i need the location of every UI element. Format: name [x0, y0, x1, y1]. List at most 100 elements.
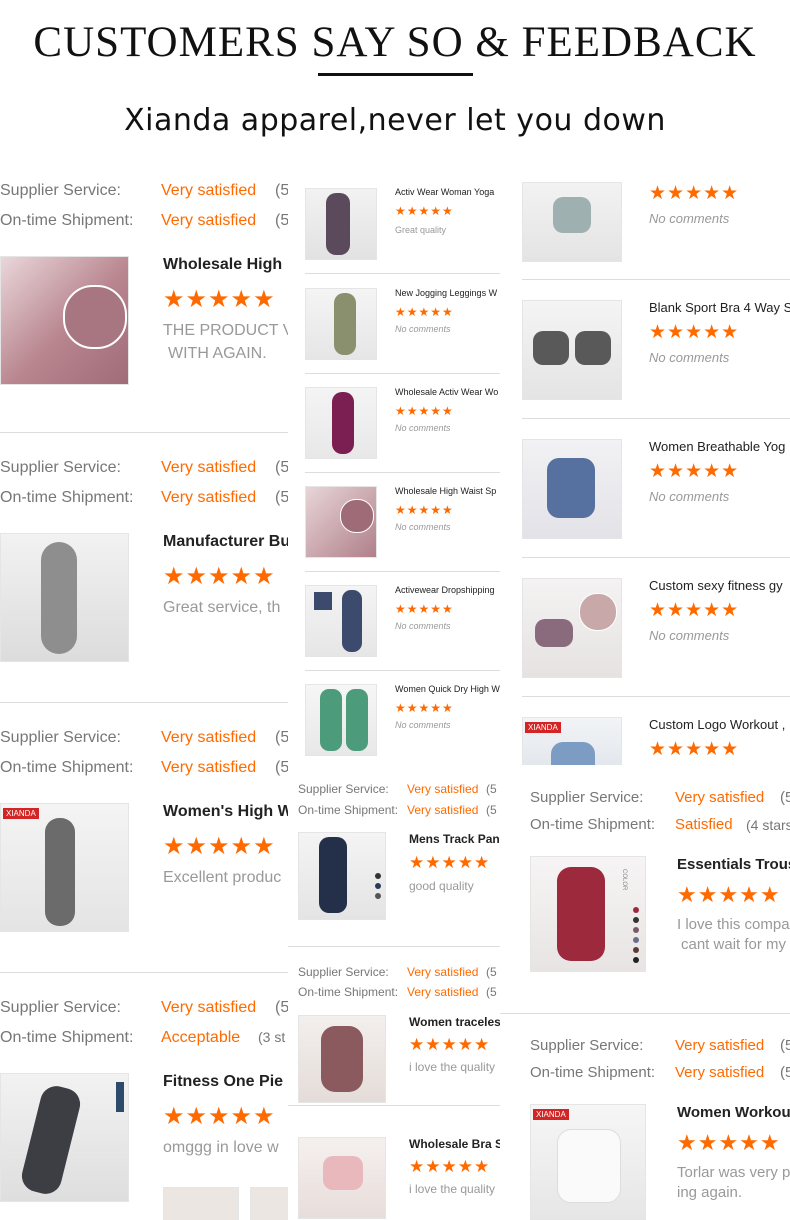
ontime-shipment-label: On-time Shipment: [0, 212, 134, 229]
rating-count: (5 [275, 212, 288, 229]
product-swatch [314, 592, 332, 610]
product-thumbnail: XIANDA [522, 717, 622, 765]
product-thumbnail [522, 182, 622, 262]
product-name[interactable]: Fitness One Pie [163, 1073, 283, 1091]
middle-feedback-column: Activ Wear Woman Yoga ★★★★★ Great qualit… [288, 170, 500, 1220]
review-comment: ing again. [677, 1184, 743, 1201]
review-card: Supplier Service: Very satisfied (5 On-t… [500, 770, 790, 1014]
model-figure [342, 590, 362, 652]
review-comment: good quality [409, 879, 474, 893]
list-item[interactable]: XIANDA Custom Logo Workout , ★★★★★ [500, 705, 790, 765]
product-title: Activewear Dropshipping [395, 585, 495, 595]
supplier-rating: Very satisfied [161, 182, 257, 199]
product-title: Wholesale Activ Wear Wo [395, 387, 499, 397]
review-comment: I love this compa [677, 916, 790, 933]
rating-stars: ★★★★★ [395, 204, 454, 218]
rating-count: (5 [780, 789, 790, 806]
list-item[interactable]: Activ Wear Woman Yoga ★★★★★ Great qualit… [288, 170, 500, 274]
divider [0, 972, 288, 973]
review-card: Supplier Service: Very satisfied (5 On-t… [500, 1018, 790, 1220]
list-item[interactable]: New Jogging Leggings W ★★★★★ No comments [288, 273, 500, 374]
product-thumbnail [522, 300, 622, 400]
product-thumbnail[interactable] [0, 533, 129, 662]
brand-badge: XIANDA [525, 722, 561, 733]
rating-count: (5 [486, 803, 497, 817]
review-comment: No comments [395, 423, 451, 433]
rating-stars: ★★★★★ [649, 183, 740, 204]
review-card: Supplier Service: Very satisfied (5 On-t… [0, 447, 288, 703]
product-thumbnail[interactable]: XIANDA [0, 803, 129, 932]
list-item[interactable]: Women Quick Dry High W ★★★★★ No comments [288, 670, 500, 760]
product-name[interactable]: Wholesale High [163, 256, 282, 274]
left-feedback-column: Supplier Service: Very satisfied (5 On-t… [0, 170, 288, 1220]
list-item[interactable]: Custom sexy fitness gy ★★★★★ No comments [500, 566, 790, 697]
product-thumbnail[interactable] [0, 256, 129, 385]
right-feedback-column: ★★★★★ No comments Blank Sport Bra 4 Way … [500, 170, 790, 1220]
product-title: Custom Logo Workout , [649, 717, 786, 732]
color-swatch [375, 883, 381, 889]
ontime-shipment-label: On-time Shipment: [298, 803, 399, 817]
model-figure [557, 867, 605, 961]
list-item[interactable]: ★★★★★ No comments [500, 170, 790, 280]
product-name[interactable]: Women Workout [677, 1104, 790, 1121]
review-comment: No comments [395, 720, 451, 730]
supplier-service-label: Supplier Service: [530, 1037, 644, 1054]
product-thumbnail[interactable]: COLOR [530, 856, 646, 972]
page-subtitle: Xianda apparel,never let you down [124, 103, 666, 138]
rating-count: (5 [275, 999, 288, 1016]
list-item[interactable]: Women Breathable Yog ★★★★★ No comments [500, 427, 790, 558]
product-thumbnail[interactable] [298, 1015, 386, 1103]
product-thumbnail [522, 439, 622, 539]
color-swatch [633, 947, 639, 953]
supplier-rating: Very satisfied [675, 1037, 765, 1054]
supplier-service-label: Supplier Service: [0, 459, 121, 476]
ontime-shipment-label: On-time Shipment: [0, 489, 134, 506]
color-swatch [633, 927, 639, 933]
ontime-shipment-label: On-time Shipment: [530, 1064, 656, 1081]
color-swatch [633, 917, 639, 923]
product-thumbnail[interactable]: XIANDA [530, 1104, 646, 1220]
list-item[interactable]: Wholesale High Waist Sp ★★★★★ No comment… [288, 472, 500, 572]
supplier-service-label: Supplier Service: [0, 729, 121, 746]
model-figure [557, 1129, 621, 1203]
rating-count: (5 [486, 985, 497, 999]
list-item[interactable]: Activewear Dropshipping ★★★★★ No comment… [288, 571, 500, 671]
product-title: Blank Sport Bra 4 Way S [649, 300, 790, 315]
product-thumbnail[interactable] [298, 832, 386, 920]
shipment-rating: Very satisfied [161, 489, 257, 506]
divider [288, 1105, 500, 1106]
review-comment: omggg in love w [163, 1139, 279, 1156]
rating-stars: ★★★★★ [395, 701, 454, 715]
product-thumbnail[interactable] [298, 1137, 386, 1219]
review-comment: No comments [649, 350, 730, 365]
rating-count: (5 [486, 965, 497, 979]
review-card: Supplier Service: Very satisfied (5 On-t… [0, 987, 288, 1220]
list-item[interactable]: Wholesale Activ Wear Wo ★★★★★ No comment… [288, 373, 500, 473]
supplier-service-label: Supplier Service: [298, 782, 389, 796]
rating-count: (5 [275, 489, 288, 506]
model-figure [551, 742, 595, 765]
divider [522, 418, 790, 419]
model-figure [323, 1156, 363, 1190]
model-figure [319, 837, 347, 913]
supplier-rating: Very satisfied [161, 729, 257, 746]
review-photo[interactable] [250, 1187, 288, 1220]
product-name[interactable]: Wholesale Bra S [409, 1137, 500, 1151]
product-name[interactable]: Mens Track Pan [409, 832, 500, 846]
review-comment: No comments [649, 211, 730, 226]
divider [522, 696, 790, 697]
supplier-service-label: Supplier Service: [298, 965, 389, 979]
product-thumbnail[interactable] [0, 1073, 129, 1202]
product-name[interactable]: Women's High W [163, 803, 288, 821]
brand-badge: XIANDA [3, 808, 39, 819]
ontime-shipment-label: On-time Shipment: [298, 985, 399, 999]
list-item[interactable]: Blank Sport Bra 4 Way S ★★★★★ No comment… [500, 288, 790, 419]
zoom-circle [579, 593, 617, 631]
rating-stars: ★★★★★ [649, 322, 740, 343]
product-name[interactable]: Manufacturer Bu [163, 533, 288, 551]
review-photo[interactable] [163, 1187, 239, 1220]
product-title: Activ Wear Woman Yoga [395, 187, 495, 197]
product-name[interactable]: Women traceles [409, 1015, 500, 1029]
product-name[interactable]: Essentials Trous [677, 856, 790, 873]
color-swatches [116, 1082, 124, 1112]
